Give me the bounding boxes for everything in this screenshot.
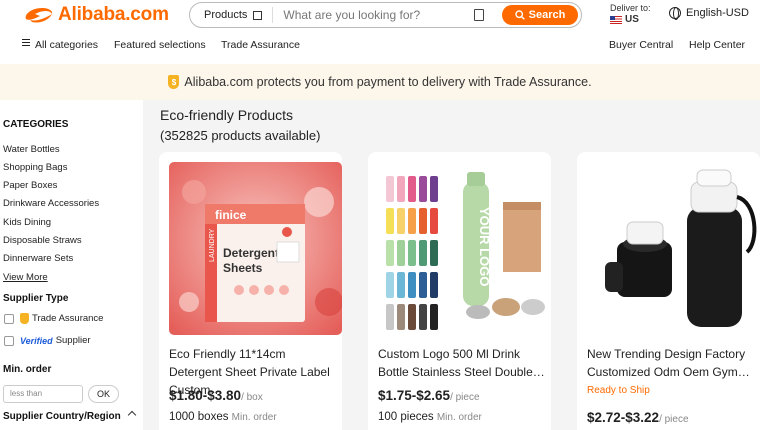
image-brand: finice (215, 208, 247, 222)
product-results: Eco-friendly Products (352825 products a… (143, 100, 760, 430)
verified-supplier-checkbox[interactable] (4, 336, 14, 346)
category-link[interactable]: Paper Boxes (3, 180, 57, 191)
header: Alibaba.com Products Search Deliver to: … (0, 0, 760, 64)
language-label: English-USD (686, 7, 749, 19)
product-count: (352825 products available) (160, 128, 321, 143)
deliver-label: Deliver to: (610, 3, 651, 13)
nav-featured-selections[interactable]: Featured selections (114, 39, 206, 51)
alibaba-logo-icon (25, 8, 53, 23)
category-dropdown-icon (253, 10, 263, 20)
trade-assurance-badge-icon (20, 313, 29, 324)
nav-buyer-central[interactable]: Buyer Central (609, 39, 673, 51)
supplier-label: Supplier (55, 335, 91, 346)
category-link[interactable]: Water Bottles (3, 144, 60, 155)
category-link[interactable]: Shopping Bags (3, 162, 67, 173)
min-order-input[interactable]: less than (3, 385, 83, 403)
product-price: $2.72-$3.22/ piece (587, 410, 689, 425)
product-card[interactable]: YOUR LOGO Custom Logo 500 Ml Drink Bottl… (368, 152, 551, 430)
product-image[interactable]: finice LAUNDRY Detergent Sheets (169, 162, 342, 335)
us-flag-icon (610, 15, 622, 24)
top-nav: All categories Featured selections Trade… (0, 39, 760, 53)
trade-assurance-banner[interactable]: $ Alibaba.com protects you from payment … (0, 64, 760, 100)
chevron-up-icon[interactable] (127, 410, 137, 420)
category-link[interactable]: Disposable Straws (3, 235, 82, 246)
search-category-select[interactable]: Products (190, 7, 274, 23)
product-price-value: $1.80-$3.80 (169, 388, 242, 403)
verified-logo: Verified (20, 335, 53, 346)
view-more-link[interactable]: View More (3, 272, 48, 283)
logo-text: Alibaba.com (58, 4, 169, 25)
product-price-unit: / piece (450, 392, 480, 403)
alibaba-logo[interactable]: Alibaba.com (22, 2, 169, 28)
product-name[interactable]: Custom Logo 500 Ml Drink Bottle Stainles… (378, 345, 546, 381)
supplier-type-title: Supplier Type (3, 293, 69, 304)
water-bottles-image: YOUR LOGO (378, 162, 551, 335)
categories-title: CATEGORIES (3, 119, 69, 130)
product-card[interactable]: New Trending Design Factory Customized O… (577, 152, 760, 430)
nav-all-categories[interactable]: All categories (35, 39, 98, 51)
nav-trade-assurance[interactable]: Trade Assurance (221, 39, 300, 51)
ready-to-ship-badge: Ready to Ship (587, 385, 650, 396)
filter-sidebar: CATEGORIES Water Bottles Shopping Bags P… (0, 108, 143, 430)
language-selector[interactable]: English-USD (669, 7, 749, 20)
product-price-value: $2.72-$3.22 (587, 410, 660, 425)
search-bar: Products Search (189, 2, 582, 28)
image-title-line1: Detergent (223, 246, 279, 260)
product-image[interactable] (587, 162, 760, 335)
product-moq: 100 pieces Min. order (378, 411, 482, 423)
product-price: $1.75-$2.65/ piece (378, 388, 480, 403)
detergent-sheets-image: finice LAUNDRY Detergent Sheets (169, 162, 342, 335)
deliver-country: US (625, 14, 639, 25)
category-link[interactable]: Kids Dining (3, 217, 51, 228)
product-moq: 1000 boxes Min. order (169, 411, 277, 423)
min-order-ok-button[interactable]: OK (88, 385, 119, 403)
nav-help-center[interactable]: Help Center (689, 39, 745, 51)
banner-text: Alibaba.com protects you from payment to… (184, 75, 592, 89)
product-moq-label: Min. order (436, 412, 482, 423)
product-price-unit: / piece (659, 414, 689, 425)
image-title-line2: Sheets (223, 261, 263, 275)
product-image[interactable]: YOUR LOGO (378, 162, 551, 335)
supplier-country-title[interactable]: Supplier Country/Region (3, 411, 121, 422)
search-input[interactable] (283, 8, 469, 22)
collapsible-bottle-image (587, 162, 760, 335)
verified-supplier-option[interactable]: Verified Supplier (20, 335, 91, 346)
product-moq-value: 100 pieces (378, 411, 434, 423)
category-link[interactable]: Dinnerware Sets (3, 253, 73, 264)
page-title: Eco-friendly Products (160, 107, 294, 123)
product-price-value: $1.75-$2.65 (378, 388, 451, 403)
trade-assurance-checkbox[interactable] (4, 314, 14, 324)
product-moq-label: Min. order (231, 412, 277, 423)
category-link[interactable]: Drinkware Accessories (3, 198, 99, 209)
globe-icon (669, 7, 681, 20)
image-search-icon[interactable] (474, 9, 485, 21)
trade-assurance-shield-icon: $ (168, 75, 180, 89)
trade-assurance-label: Trade Assurance (32, 313, 104, 324)
product-price: $1.80-$3.80/ box (169, 388, 263, 403)
search-button-label: Search (528, 9, 566, 21)
menu-icon[interactable] (22, 39, 30, 46)
trade-assurance-option[interactable]: Trade Assurance (20, 313, 103, 324)
search-button[interactable]: Search (502, 5, 578, 25)
search-icon (514, 10, 525, 20)
product-price-unit: / box (241, 392, 263, 403)
product-card[interactable]: finice LAUNDRY Detergent Sheets Eco Frie… (159, 152, 342, 430)
image-side-label: LAUNDRY (209, 228, 216, 262)
bottle-grid (386, 176, 438, 330)
product-name[interactable]: New Trending Design Factory Customized O… (587, 345, 755, 381)
image-logo-text: YOUR LOGO (477, 207, 492, 286)
product-moq-value: 1000 boxes (169, 411, 229, 423)
min-order-title: Min. order (3, 364, 52, 375)
search-category-label: Products (204, 9, 248, 21)
deliver-to[interactable]: Deliver to: US (610, 3, 651, 25)
